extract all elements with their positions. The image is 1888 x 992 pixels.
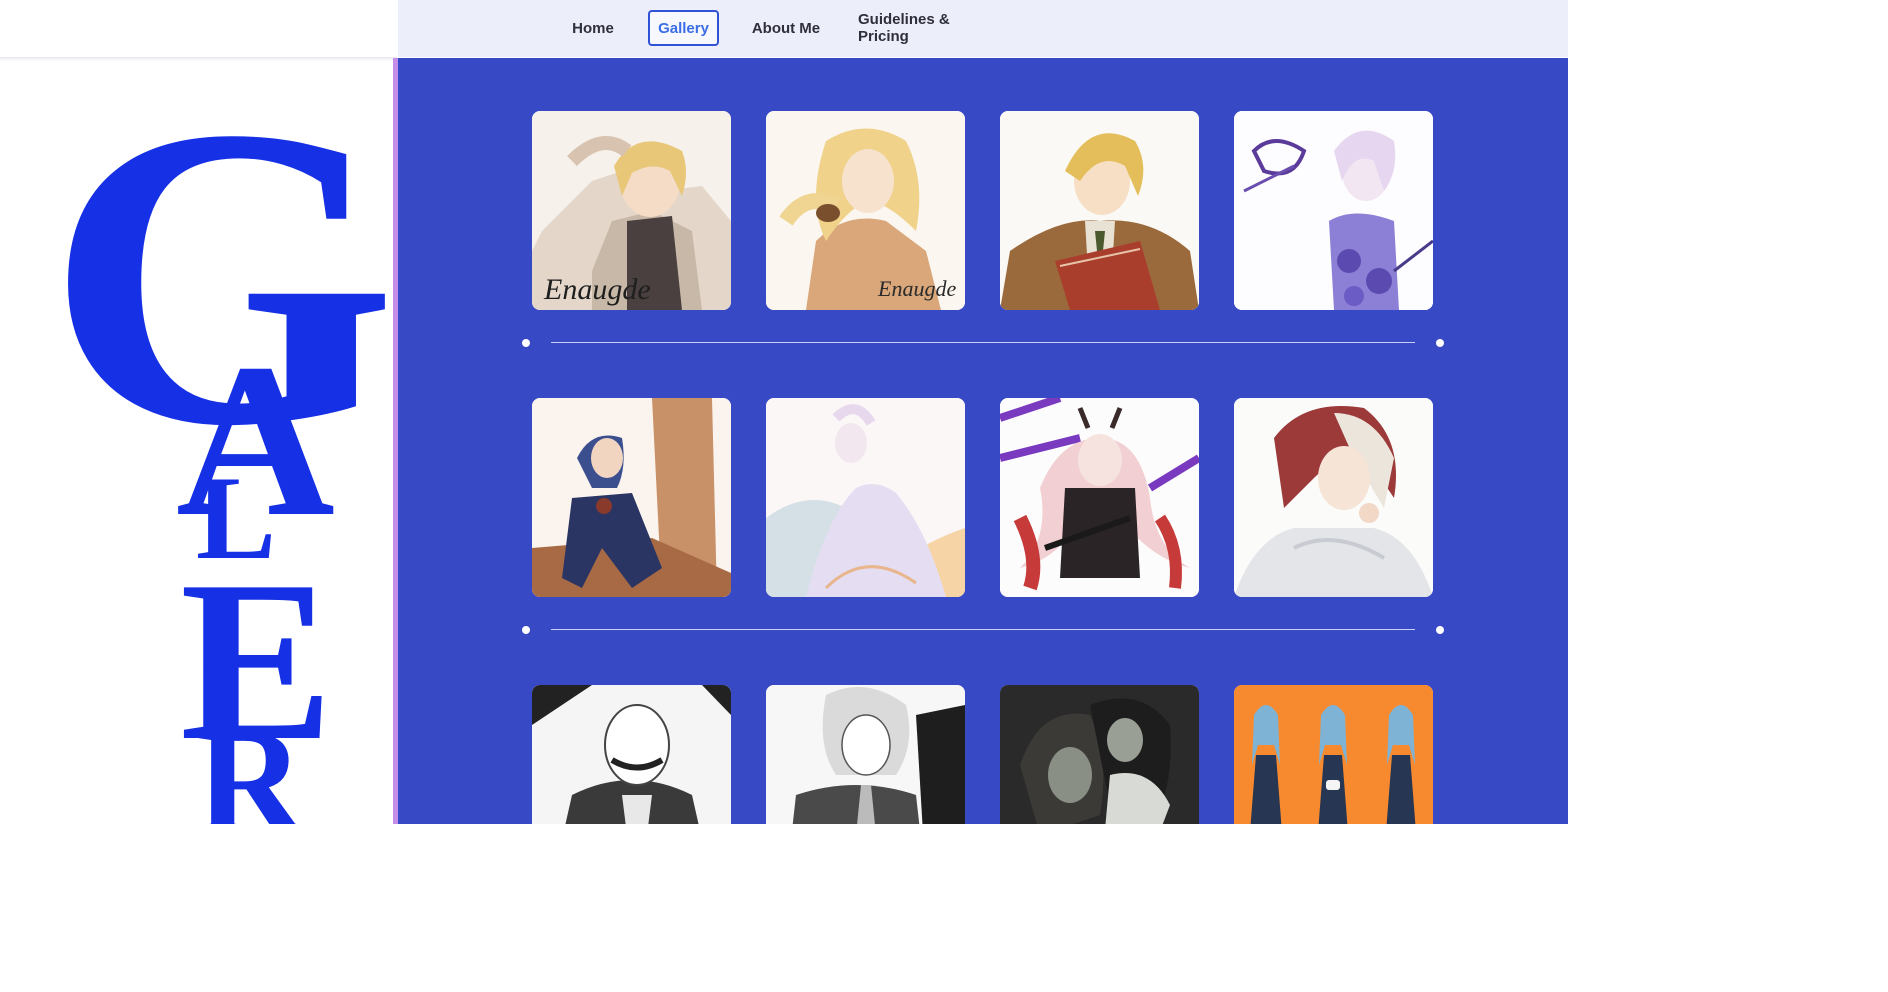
row-divider <box>551 629 1415 630</box>
nav-shadow <box>0 57 397 61</box>
artwork-thumbnail[interactable] <box>1234 111 1433 310</box>
artwork-thumbnail[interactable] <box>1000 685 1199 824</box>
nav-guidelines-pricing[interactable]: Guidelines & Pricing <box>858 10 1002 46</box>
artwork-thumbnail[interactable]: Enaugde <box>766 111 965 310</box>
artwork-thumbnail[interactable] <box>766 398 965 597</box>
nav-about-me[interactable]: About Me <box>746 10 826 46</box>
artist-signature: Enaugde <box>543 273 651 306</box>
artwork-thumbnail[interactable]: Enaugde <box>532 111 731 310</box>
nav-home[interactable]: Home <box>562 10 624 46</box>
gallery-section: Enaugde Enaugde <box>398 58 1568 824</box>
divider-dot <box>1436 339 1444 347</box>
divider-dot <box>522 339 530 347</box>
artwork-thumbnail[interactable] <box>1000 111 1199 310</box>
divider-dot <box>1436 626 1444 634</box>
nav-gallery[interactable]: Gallery <box>648 10 719 46</box>
top-nav: Home Gallery About Me Guidelines & Prici… <box>398 0 1568 57</box>
artwork-thumbnail[interactable] <box>1234 685 1433 824</box>
divider-dot <box>522 626 530 634</box>
artwork-thumbnail[interactable] <box>766 685 965 824</box>
artwork-thumbnail[interactable] <box>532 398 731 597</box>
row-divider <box>551 342 1415 343</box>
artwork-thumbnail[interactable] <box>1234 398 1433 597</box>
hero-letter-r: R <box>196 698 305 824</box>
hero-title-panel: G A L E R <box>0 0 393 824</box>
artwork-thumbnail[interactable] <box>1000 398 1199 597</box>
artwork-thumbnail[interactable] <box>532 685 731 824</box>
artist-signature: Enaugde <box>877 276 956 301</box>
